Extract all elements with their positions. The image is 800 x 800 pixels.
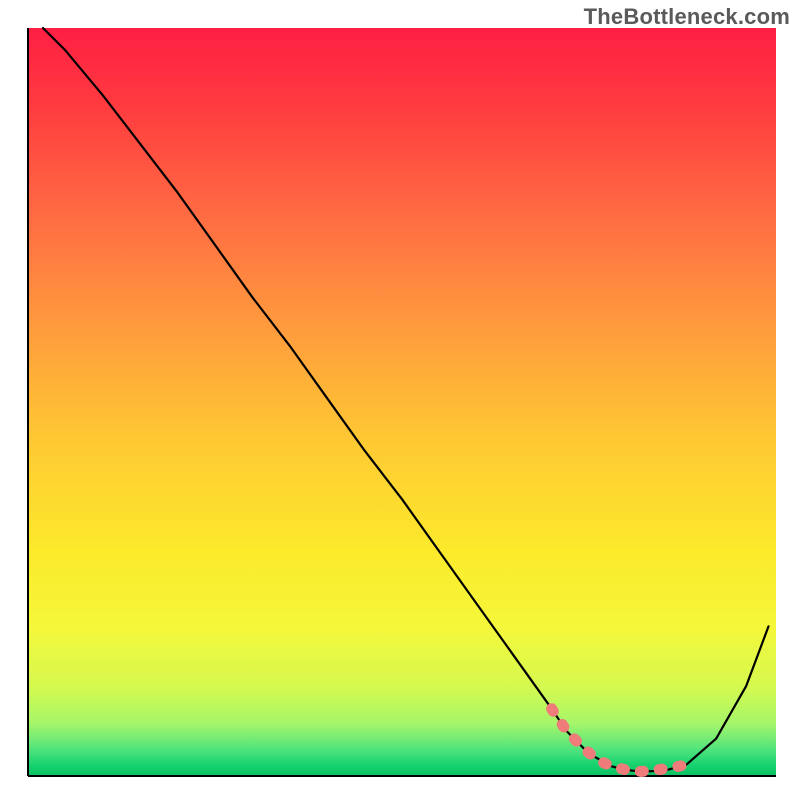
watermark-text: TheBottleneck.com — [584, 4, 790, 30]
bottleneck-chart — [0, 0, 800, 800]
plot-area — [28, 28, 776, 776]
chart-container: TheBottleneck.com — [0, 0, 800, 800]
